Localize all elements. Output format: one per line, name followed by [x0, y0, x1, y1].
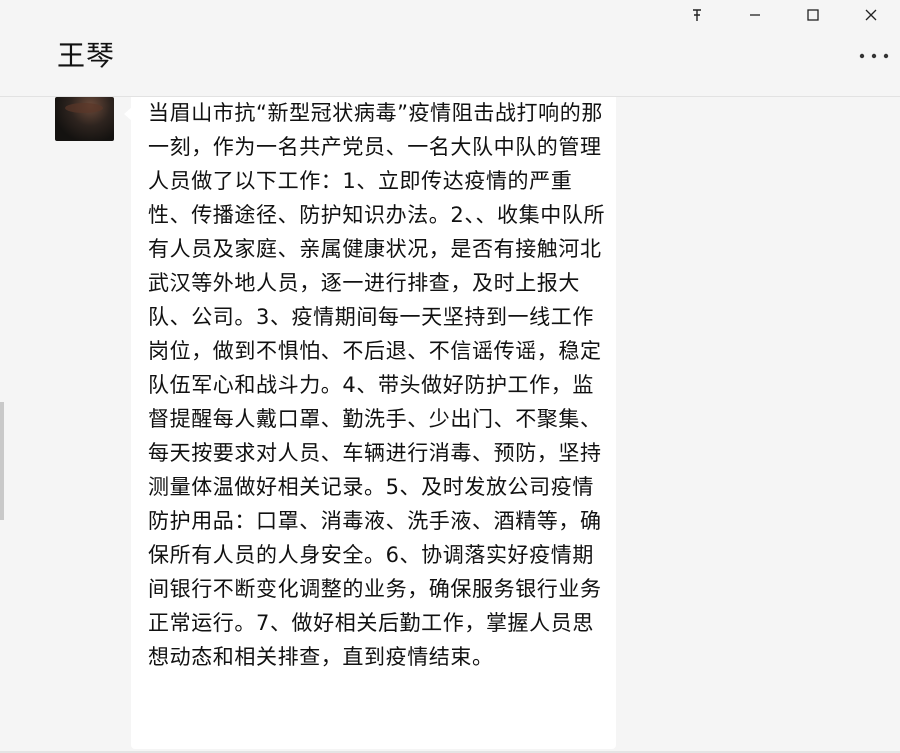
- minimize-button[interactable]: [726, 4, 784, 26]
- more-dots-glyph: [859, 53, 889, 59]
- close-button[interactable]: [842, 4, 900, 26]
- chat-message-area[interactable]: 当眉山市抗“新型冠状病毒”疫情阻击战打响的那一刻，作为一名共产党员、一名大队中队…: [0, 97, 900, 753]
- chat-window: 王琴 当眉山市抗“新型冠状病毒”疫情阻击战打响的那一刻，作为一名共产党员、一名大…: [0, 0, 900, 753]
- close-icon: [865, 9, 877, 21]
- sender-avatar[interactable]: [55, 97, 114, 141]
- pin-icon-glyph: [693, 9, 701, 21]
- window-controls: [668, 4, 900, 26]
- maximize-icon: [807, 9, 819, 21]
- pin-icon[interactable]: [668, 4, 726, 26]
- minimize-icon: [750, 14, 760, 16]
- more-options-icon[interactable]: [858, 44, 890, 64]
- maximize-button[interactable]: [784, 4, 842, 26]
- chat-header: 王琴: [0, 0, 900, 97]
- message-text: 当眉山市抗“新型冠状病毒”疫情阻击战打响的那一刻，作为一名共产党员、一名大队中队…: [148, 101, 606, 669]
- scrollbar-thumb[interactable]: [0, 402, 4, 520]
- chat-title: 王琴: [57, 39, 116, 72]
